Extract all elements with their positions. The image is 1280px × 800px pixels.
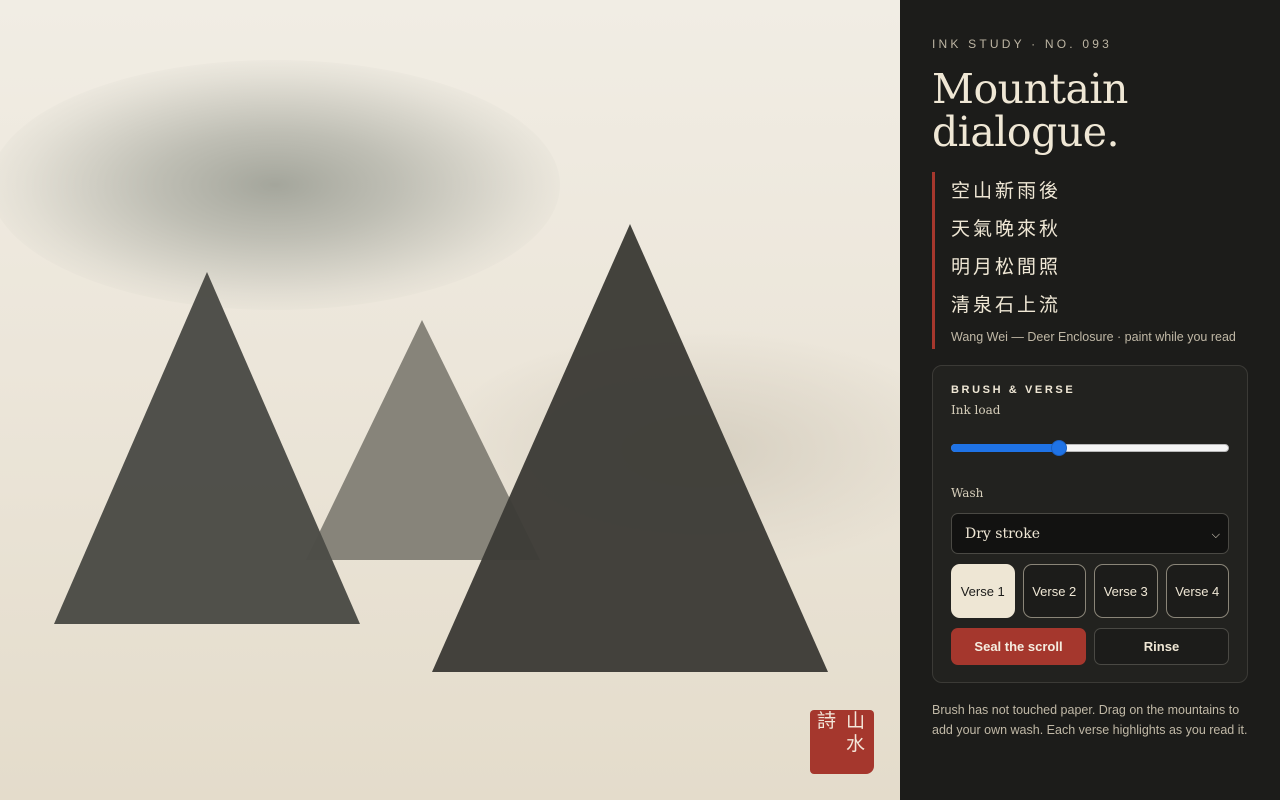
- rinse-button[interactable]: Rinse: [1094, 628, 1229, 665]
- wash-label: Wash: [951, 486, 984, 500]
- poem: 空山新雨後 天氣晚來秋 明月松間照 清泉石上流 Wang Wei — Deer …: [932, 172, 1248, 349]
- verse-3-button[interactable]: Verse 3: [1094, 564, 1158, 618]
- verse-4-button[interactable]: Verse 4: [1165, 564, 1229, 618]
- title-line: dialogue.: [932, 108, 1120, 156]
- mountains[interactable]: [0, 0, 900, 800]
- title-line: Mountain: [932, 65, 1128, 113]
- verse-1-button[interactable]: Verse 1: [951, 564, 1015, 618]
- ink-load-label: Ink load: [951, 403, 1001, 417]
- artist-seal: 詩 山 水: [810, 710, 874, 774]
- controls-heading: BRUSH & VERSE: [951, 384, 1076, 396]
- brush-controls: BRUSH & VERSE Ink load Wash Dry stroke ⌵…: [932, 365, 1248, 683]
- poem-attribution: Wang Wei — Deer Enclosure · paint while …: [951, 330, 1236, 344]
- mountain-right[interactable]: [432, 224, 828, 672]
- painting-canvas[interactable]: 詩 山 水: [0, 0, 900, 800]
- action-buttons: Seal the scroll Rinse: [951, 628, 1229, 665]
- verse-2-button[interactable]: Verse 2: [1022, 564, 1086, 618]
- seal-char: 水: [846, 733, 866, 755]
- ink-load-slider[interactable]: [951, 432, 1229, 462]
- chevron-down-icon: ⌵: [1211, 528, 1220, 541]
- wash-selected-value: Dry stroke: [965, 526, 1040, 542]
- poem-line-1: 空山新雨後: [951, 180, 1062, 202]
- seal-char: 山: [846, 710, 866, 732]
- mountain-left[interactable]: [54, 272, 360, 624]
- wash-select[interactable]: Dry stroke ⌵: [951, 513, 1229, 554]
- seal-char: 詩: [817, 710, 837, 732]
- study-label: INK STUDY · NO. 093: [932, 37, 1112, 51]
- verse-buttons: Verse 1 Verse 2 Verse 3 Verse 4: [951, 564, 1229, 618]
- side-panel: INK STUDY · NO. 093 Mountain dialogue. 空…: [900, 0, 1280, 800]
- seal-scroll-button[interactable]: Seal the scroll: [951, 628, 1086, 665]
- status-message: Brush has not touched paper. Drag on the…: [932, 703, 1248, 737]
- poem-line-2: 天氣晚來秋: [951, 218, 1062, 240]
- page-title: Mountain dialogue.: [932, 68, 1248, 154]
- poem-line-3: 明月松間照: [951, 256, 1062, 278]
- slider-thumb[interactable]: [1051, 440, 1068, 456]
- poem-line-4: 清泉石上流: [951, 294, 1062, 316]
- slider-fill: [951, 444, 1060, 452]
